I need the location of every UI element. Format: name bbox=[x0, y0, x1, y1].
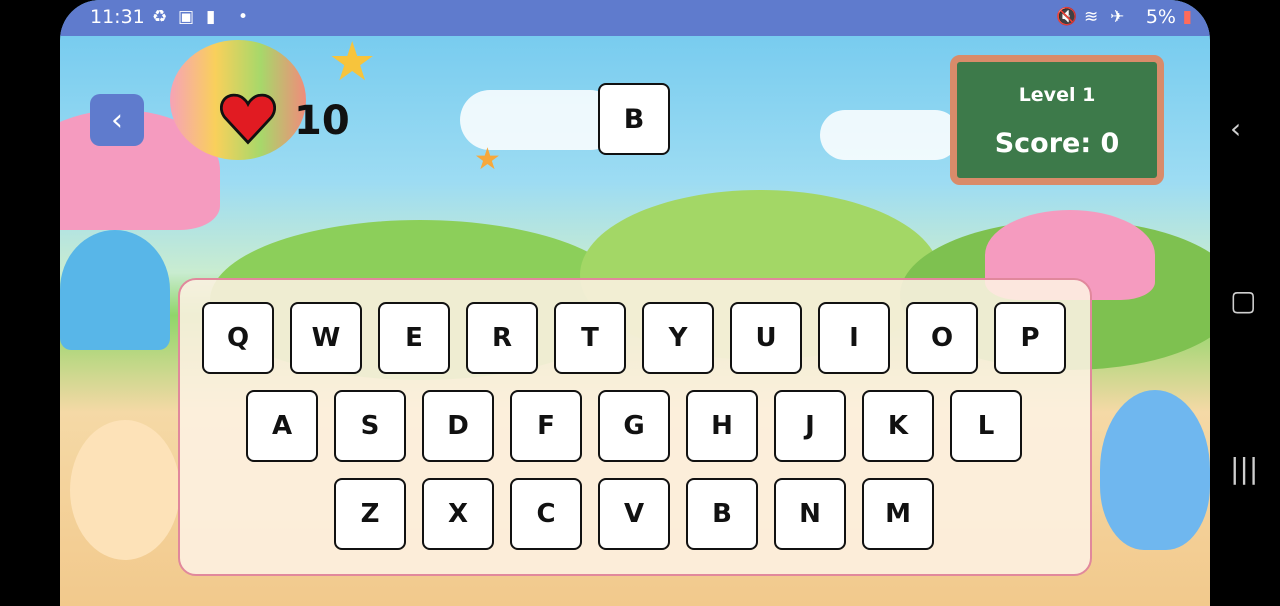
score-label: Score: 0 bbox=[994, 128, 1120, 159]
star-icon: ★ bbox=[328, 30, 377, 93]
cloud bbox=[460, 90, 620, 150]
key-r[interactable]: R bbox=[466, 302, 538, 374]
star-icon: ★ bbox=[474, 142, 501, 177]
game-screen: ★ ★ 11:31 ♻ ▣ ▮ • 🔇 ≋ ✈ 5% ▮ ‹ 10 B Leve… bbox=[60, 0, 1210, 606]
keyboard-row-1: Q W E R T Y U I O P bbox=[202, 302, 1066, 374]
key-l[interactable]: L bbox=[950, 390, 1022, 462]
key-j[interactable]: J bbox=[774, 390, 846, 462]
nav-home-icon[interactable]: ▢ bbox=[1230, 284, 1256, 317]
key-h[interactable]: H bbox=[686, 390, 758, 462]
key-p[interactable]: P bbox=[994, 302, 1066, 374]
lives-count: 10 bbox=[294, 98, 350, 144]
key-k[interactable]: K bbox=[862, 390, 934, 462]
heart-icon bbox=[220, 93, 276, 145]
key-f[interactable]: F bbox=[510, 390, 582, 462]
battery-saver-icon: ▮ bbox=[206, 7, 216, 27]
keyboard-row-2: A S D F G H J K L bbox=[246, 390, 1022, 462]
status-time: 11:31 bbox=[90, 6, 145, 28]
key-v[interactable]: V bbox=[598, 478, 670, 550]
cloud bbox=[820, 110, 960, 160]
key-a[interactable]: A bbox=[246, 390, 318, 462]
score-board: Level 1 Score: 0 bbox=[950, 55, 1164, 185]
key-n[interactable]: N bbox=[774, 478, 846, 550]
nav-recents-icon[interactable]: ||| bbox=[1230, 452, 1258, 485]
key-u[interactable]: U bbox=[730, 302, 802, 374]
target-letter-card: B bbox=[598, 83, 670, 155]
dot-icon: • bbox=[238, 7, 249, 27]
image-icon: ▣ bbox=[178, 7, 195, 27]
key-z[interactable]: Z bbox=[334, 478, 406, 550]
key-d[interactable]: D bbox=[422, 390, 494, 462]
status-bar: 11:31 ♻ ▣ ▮ • 🔇 ≋ ✈ 5% ▮ bbox=[60, 0, 1210, 36]
airplane-icon: ✈ bbox=[1110, 7, 1125, 27]
chevron-left-icon: ‹ bbox=[111, 102, 123, 138]
fairy-character bbox=[70, 420, 180, 560]
mushroom-house-door bbox=[60, 230, 170, 350]
key-o[interactable]: O bbox=[906, 302, 978, 374]
wifi-icon: ≋ bbox=[1084, 7, 1099, 27]
key-e[interactable]: E bbox=[378, 302, 450, 374]
back-button[interactable]: ‹ bbox=[90, 94, 144, 146]
key-w[interactable]: W bbox=[290, 302, 362, 374]
key-m[interactable]: M bbox=[862, 478, 934, 550]
level-label: Level 1 bbox=[1018, 84, 1096, 106]
sync-icon: ♻ bbox=[152, 7, 168, 27]
key-b[interactable]: B bbox=[686, 478, 758, 550]
letter-keyboard: Q W E R T Y U I O P A S D F G H J K L Z … bbox=[178, 278, 1092, 576]
bunny-character bbox=[1100, 390, 1210, 550]
battery-icon: ▮ bbox=[1182, 7, 1192, 27]
key-s[interactable]: S bbox=[334, 390, 406, 462]
key-q[interactable]: Q bbox=[202, 302, 274, 374]
battery-percent: 5% bbox=[1145, 6, 1176, 28]
keyboard-row-3: Z X C V B N M bbox=[334, 478, 934, 550]
system-nav-bar: ‹ ▢ ||| bbox=[1210, 0, 1280, 606]
key-y[interactable]: Y bbox=[642, 302, 714, 374]
nav-back-icon[interactable]: ‹ bbox=[1230, 112, 1241, 145]
key-x[interactable]: X bbox=[422, 478, 494, 550]
key-i[interactable]: I bbox=[818, 302, 890, 374]
mute-icon: 🔇 bbox=[1056, 7, 1078, 27]
key-g[interactable]: G bbox=[598, 390, 670, 462]
key-t[interactable]: T bbox=[554, 302, 626, 374]
key-c[interactable]: C bbox=[510, 478, 582, 550]
